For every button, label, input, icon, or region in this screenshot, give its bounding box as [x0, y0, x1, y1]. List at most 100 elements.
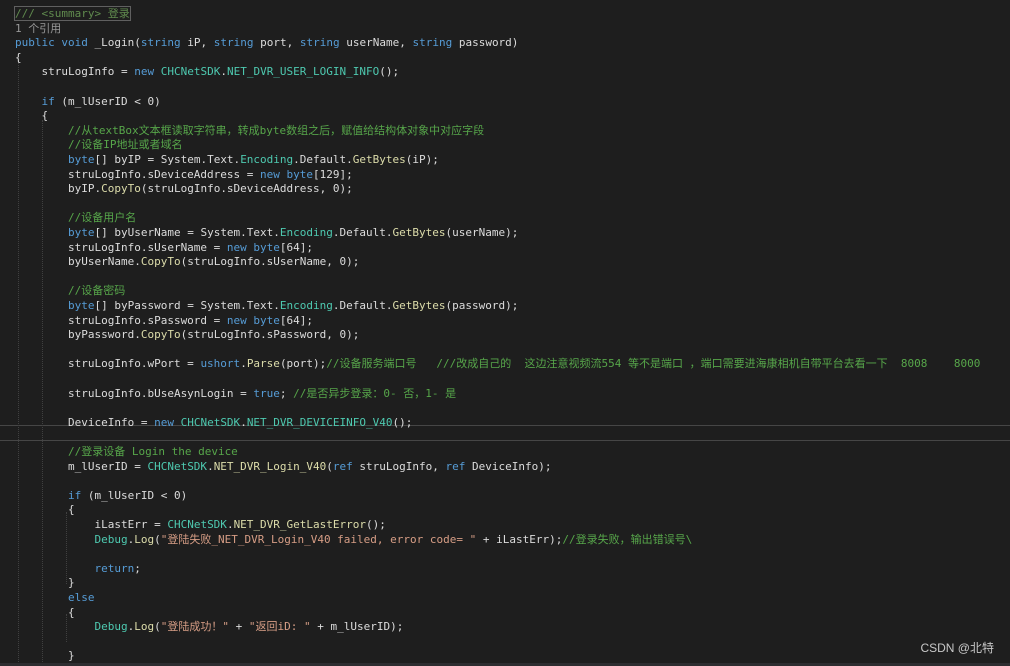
code-token: CopyTo	[140, 255, 181, 269]
code-token: if	[67, 488, 82, 502]
code-token: password)	[452, 36, 519, 50]
code-line[interactable]: byPassword.CopyTo(struLogInfo.sPassword,…	[15, 328, 359, 342]
code-token: .Default.	[293, 153, 353, 166]
code-token: byte	[67, 153, 95, 166]
code-editor[interactable]: /// <summary> 登录 1 个引用 public void _Login(…	[0, 0, 1010, 666]
code-token: ushort	[200, 357, 241, 371]
code-line[interactable]: {	[15, 109, 48, 123]
code-token: new	[154, 415, 174, 429]
code-token: ();	[379, 65, 400, 79]
code-line[interactable]: if (m_lUserID < 0)	[15, 95, 161, 109]
code-line[interactable]: iLastErr = CHCNetSDK.NET_DVR_GetLastErro…	[15, 518, 386, 532]
code-token: NET_DVR_DEVICEINFO_V40	[246, 415, 393, 429]
code-line[interactable]: struLogInfo.sDeviceAddress = new byte[12…	[15, 168, 353, 182]
code-token: {	[15, 503, 75, 517]
reference-count-link[interactable]: 1 个引用	[15, 22, 61, 35]
code-token: CHCNetSDK	[167, 518, 227, 531]
code-token: byte	[67, 299, 95, 312]
code-line[interactable]: byte[] byUserName = System.Text.Encoding…	[15, 226, 518, 240]
code-line[interactable]: }	[15, 649, 75, 663]
code-line[interactable]: }	[15, 576, 75, 590]
code-token: byte	[286, 167, 314, 181]
code-token: string	[213, 36, 254, 50]
code-line[interactable]: struLogInfo = new CHCNetSDK.NET_DVR_USER…	[15, 65, 399, 79]
code-token: (	[154, 532, 161, 546]
code-token: CHCNetSDK	[180, 415, 241, 429]
code-line[interactable]: //设备IP地址或者域名	[15, 138, 183, 152]
code-token: else	[67, 591, 95, 604]
code-line[interactable]: byUserName.CopyTo(struLogInfo.sUserName,…	[15, 255, 359, 269]
code-token: //登录设备 Login the device	[15, 445, 238, 458]
code-token: struLogInfo.sDeviceAddress =	[15, 167, 261, 181]
code-line[interactable]: byIP.CopyTo(struLogInfo.sDeviceAddress, …	[15, 182, 353, 196]
code-token: [] byPassword = System.Text.	[94, 299, 280, 312]
code-token: CopyTo	[101, 182, 141, 196]
code-token: userName,	[339, 36, 413, 50]
code-line[interactable]: 1 个引用	[15, 22, 61, 36]
code-token: NET_DVR_Login_V40	[213, 459, 327, 473]
code-line[interactable]: //登录设备 Login the device	[15, 445, 238, 459]
code-line[interactable]: /// <summary> 登录	[14, 6, 131, 21]
code-line[interactable]: byte[] byPassword = System.Text.Encoding…	[15, 299, 518, 313]
code-token: (m_lUserID < 0)	[54, 94, 161, 108]
code-token: .	[240, 357, 247, 371]
code-token: //设备IP地址或者域名	[15, 138, 183, 152]
code-token: (struLogInfo.sUserName, 0);	[180, 255, 360, 269]
code-token: Debug	[94, 620, 128, 634]
code-token: ();	[366, 518, 386, 531]
code-token: iP,	[180, 36, 214, 50]
code-token: struLogInfo,	[352, 459, 446, 473]
code-line[interactable]: byte[] byIP = System.Text.Encoding.Defau…	[15, 153, 439, 167]
code-line[interactable]: struLogInfo.wPort = ushort.Parse(port);/…	[15, 357, 980, 371]
code-line[interactable]: //设备用户名	[15, 211, 136, 225]
code-token: Parse	[246, 357, 280, 371]
code-token: .Default.	[332, 299, 393, 312]
code-token: true	[253, 386, 280, 400]
code-token: [] byIP = System.Text.	[94, 153, 241, 166]
code-token: new	[260, 167, 280, 181]
code-token: ref	[332, 459, 353, 473]
code-token: {	[15, 50, 22, 64]
code-token: ();	[392, 415, 413, 429]
code-token: //登录失败，输出错误号\	[562, 532, 693, 546]
code-line[interactable]: Debug.Log("登陆成功！" + "返回iD: " + m_lUserID…	[15, 620, 403, 634]
code-line[interactable]: m_lUserID = CHCNetSDK.NET_DVR_Login_V40(…	[15, 459, 552, 474]
code-line[interactable]: else	[15, 591, 95, 605]
code-token: iLastErr =	[15, 518, 168, 531]
code-token: "登陆失败_NET_DVR_Login_V40 failed, error co…	[160, 532, 477, 546]
code-token: "返回iD: "	[248, 620, 311, 634]
code-token: struLogInfo =	[15, 65, 135, 79]
code-line[interactable]: return;	[15, 561, 141, 576]
code-line[interactable]: struLogInfo.bUseAsynLogin = true; //是否异步…	[15, 387, 456, 401]
code-token: //设备服务端口号 ///改成自己的 这边注意视频流554 等不是端口 ，端口需…	[326, 357, 981, 371]
code-line[interactable]: //从textBox文本框读取字符串，转成byte数组之后，赋值给结构体对象中对…	[15, 124, 484, 138]
code-token: + iLastErr);	[476, 532, 563, 546]
code-line[interactable]: {	[15, 51, 22, 65]
code-line[interactable]: struLogInfo.sPassword = new byte[64];	[15, 314, 313, 328]
code-token: struLogInfo.sPassword =	[15, 313, 227, 327]
code-line[interactable]: struLogInfo.sUserName = new byte[64];	[15, 241, 313, 255]
code-token: GetBytes	[352, 153, 406, 166]
code-line[interactable]: //设备密码	[15, 284, 125, 298]
code-token: [] byUserName = System.Text.	[94, 226, 280, 239]
code-line[interactable]: Debug.Log("登陆失败_NET_DVR_Login_V40 failed…	[15, 533, 692, 547]
code-line[interactable]: {	[15, 503, 75, 517]
code-token: Debug	[94, 532, 128, 546]
code-token: /// <summary> 登录	[14, 6, 131, 21]
code-line[interactable]: {	[15, 606, 75, 620]
code-token: string	[140, 36, 181, 50]
code-token: new	[134, 65, 155, 79]
code-token: ;	[134, 561, 141, 575]
code-line[interactable]: DeviceInfo = new CHCNetSDK.NET_DVR_DEVIC…	[15, 416, 412, 430]
code-line[interactable]: if (m_lUserID < 0)	[15, 489, 187, 503]
code-token: Encoding	[279, 299, 333, 312]
code-token: byte	[253, 240, 280, 254]
code-token: (m_lUserID < 0)	[81, 488, 188, 502]
code-line[interactable]: public void _Login(string iP, string por…	[15, 36, 518, 50]
code-token: DeviceInfo);	[465, 459, 552, 473]
